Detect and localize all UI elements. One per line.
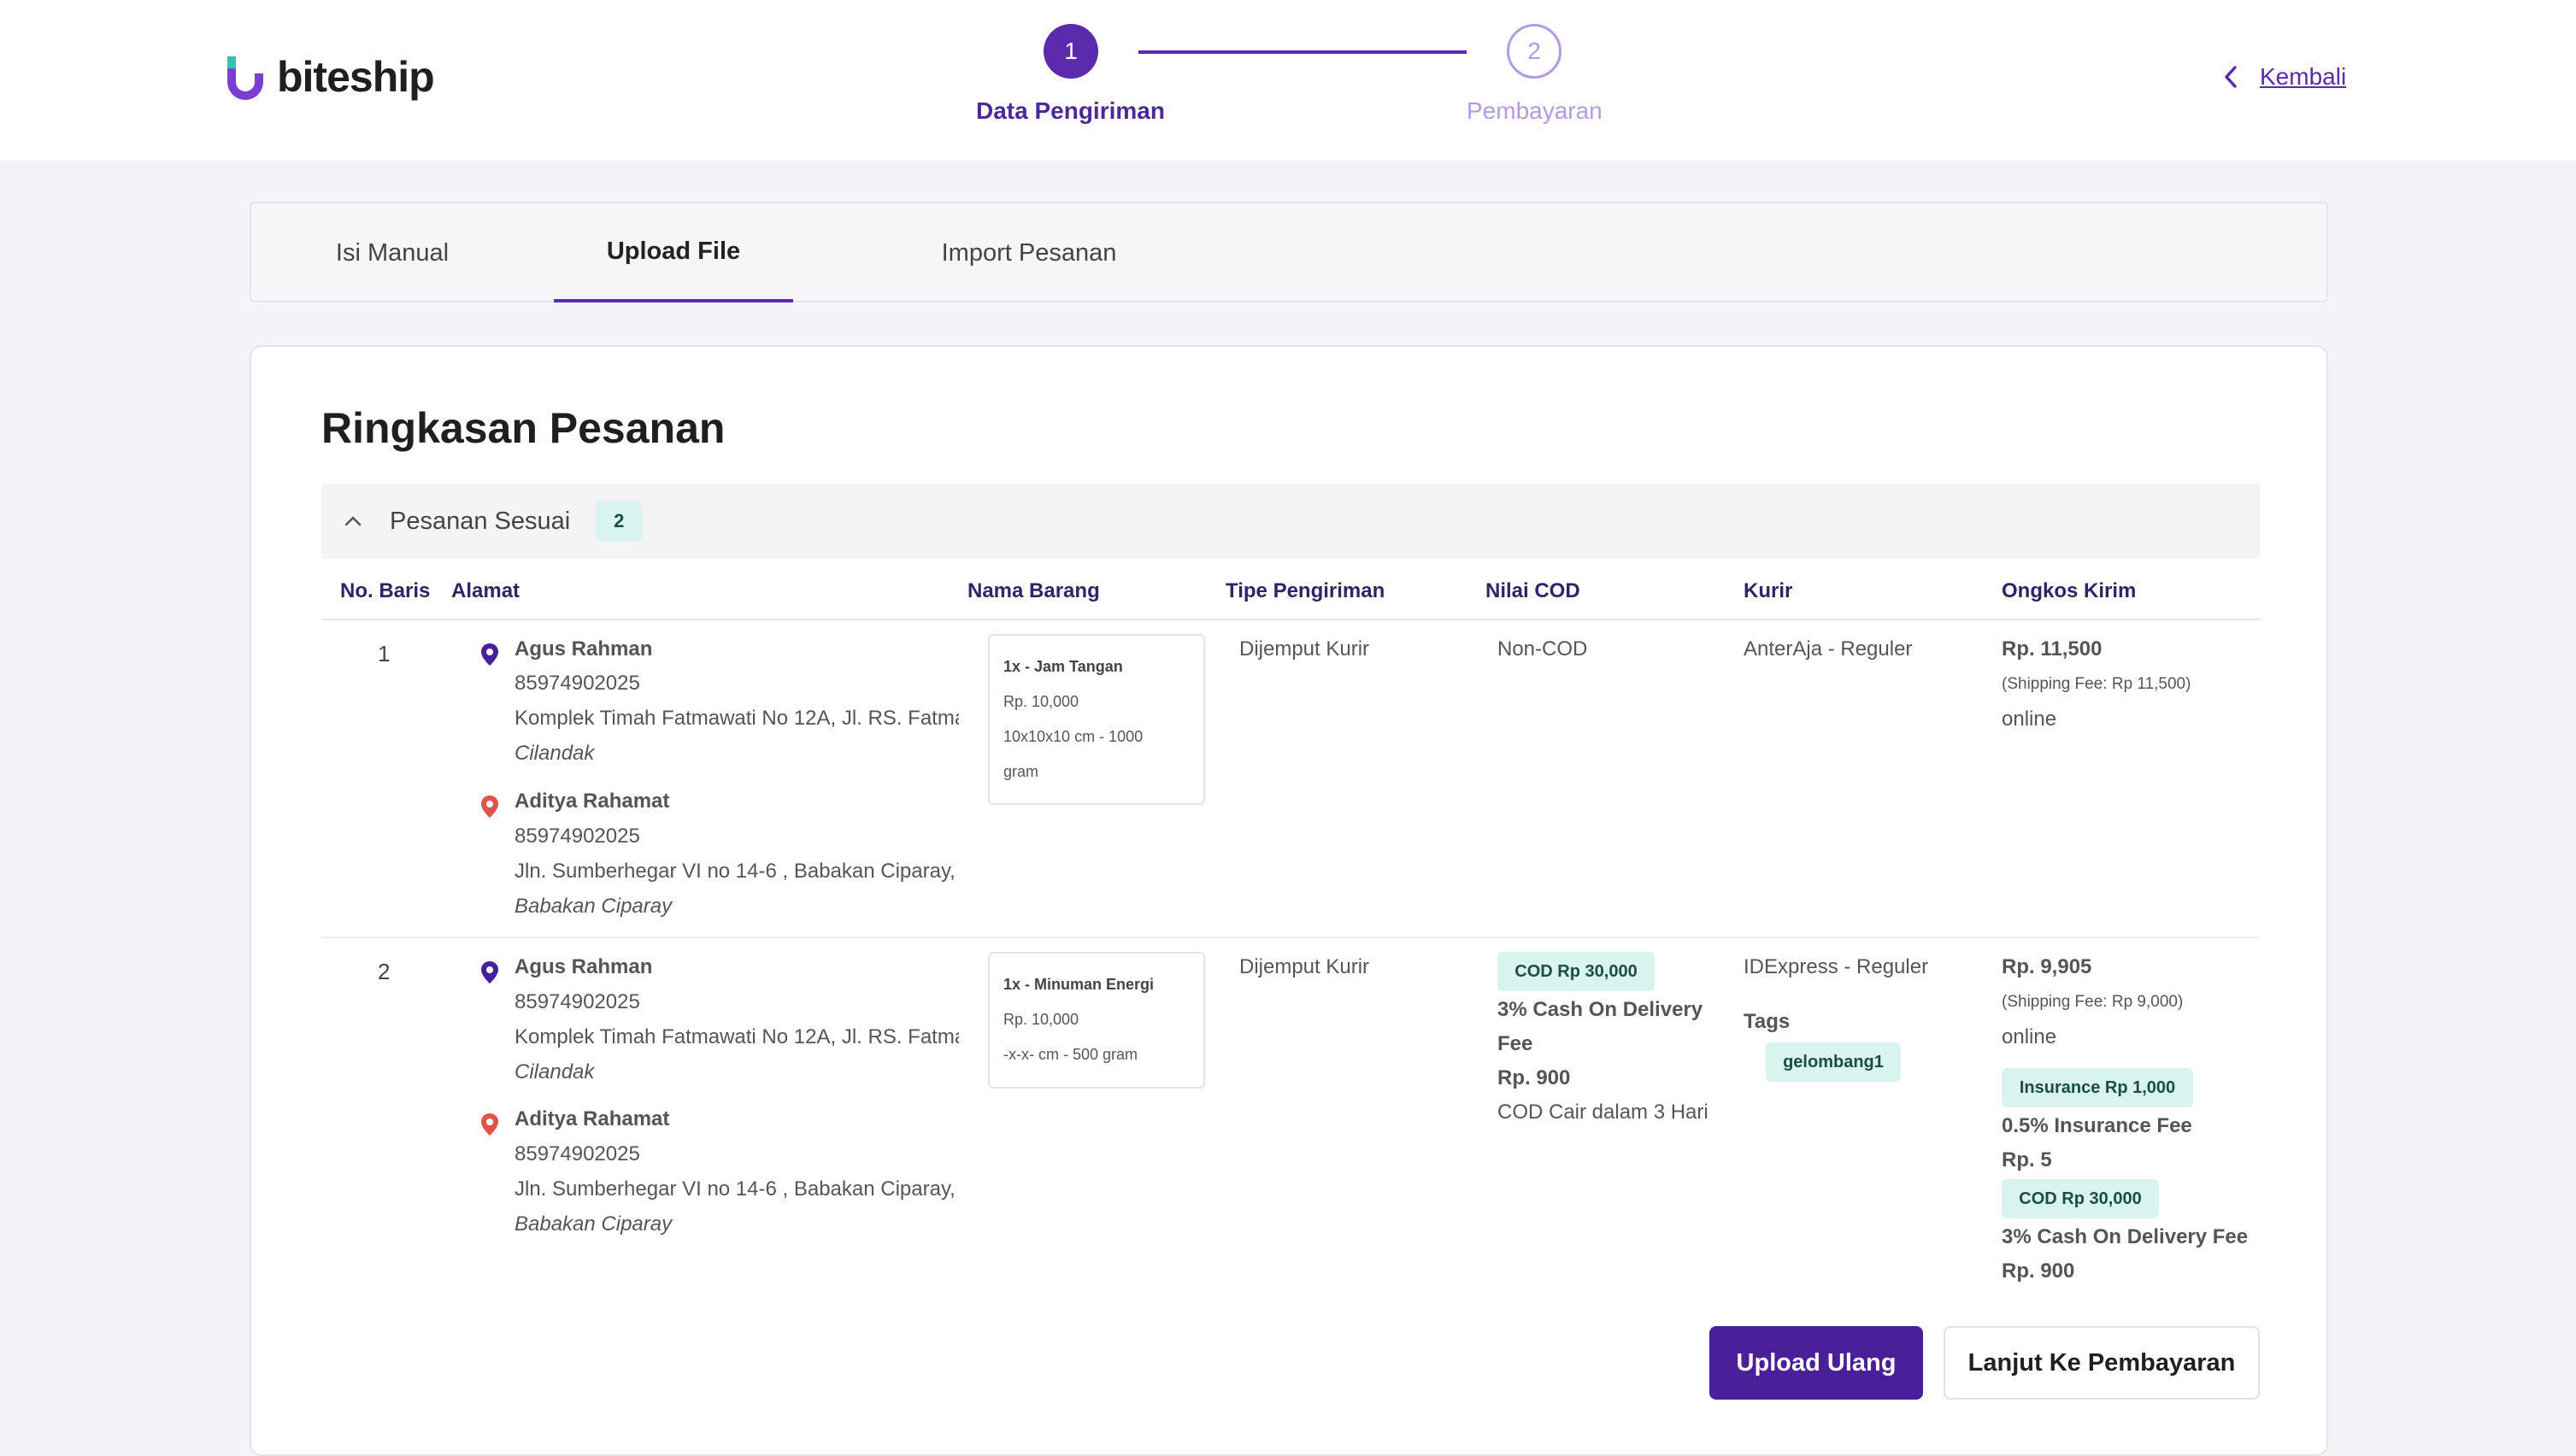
- back-link[interactable]: Kembali: [2260, 63, 2346, 91]
- cod-badge: COD Rp 30,000: [1497, 952, 1655, 991]
- page-title: Ringkasan Pesanan: [321, 404, 726, 452]
- sender-area: Cilandak: [515, 742, 595, 765]
- table-row: 1 Agus Rahman 85974902025 Komplek Timah …: [321, 622, 2260, 938]
- sender-address: Komplek Timah Fatmawati No 12A, Jl. RS. …: [515, 707, 959, 730]
- col-no-baris: No. Baris: [340, 579, 431, 602]
- order-tag: gelombang1: [1766, 1042, 1901, 1082]
- sender-address: Komplek Timah Fatmawati No 12A, Jl. RS. …: [515, 1025, 959, 1048]
- receiver-address: Jln. Sumberhegar VI no 14-6 , Babakan Ci…: [515, 860, 956, 883]
- receiver-area: Babakan Ciparay: [515, 1212, 673, 1236]
- courier: IDExpress - Reguler: [1744, 955, 1929, 978]
- col-nama-barang: Nama Barang: [967, 579, 1100, 602]
- count-badge: 2: [596, 501, 643, 542]
- item-price: Rp. 10,000: [1003, 1011, 1079, 1028]
- tags-label: Tags: [1744, 1010, 1791, 1033]
- chevron-up-icon[interactable]: [344, 515, 362, 527]
- cod-fee-line2: Fee: [1497, 1032, 1533, 1055]
- step-2-indicator: 2: [1507, 24, 1561, 79]
- col-alamat: Alamat: [451, 579, 520, 602]
- logo-text: biteship: [277, 53, 435, 101]
- sender-name: Agus Rahman: [515, 637, 653, 660]
- shipping-fee: (Shipping Fee: Rp 11,500): [2002, 675, 2191, 693]
- cod-fee-line1: 3% Cash On Delivery: [1497, 998, 1703, 1021]
- step-connector: [1138, 50, 1467, 54]
- insurance-amount: Rp. 5: [2002, 1148, 2052, 1171]
- item-dimension: 10x10x10 cm - 1000: [1003, 728, 1144, 745]
- item-name: 1x - Minuman Energi: [1003, 976, 1155, 993]
- shipping-mode: online: [2002, 707, 2057, 731]
- order-summary-card: Ringkasan Pesanan Pesanan Sesuai 2 No. B…: [250, 345, 2328, 1456]
- table-header: No. Baris Alamat Nama Barang Tipe Pengir…: [321, 559, 2260, 620]
- cod-settle-info: COD Cair dalam 3 Hari: [1497, 1101, 1709, 1124]
- location-pin-icon: [481, 643, 498, 666]
- biteship-logo[interactable]: biteship: [224, 53, 435, 101]
- shipping-total: Rp. 9,905: [2002, 955, 2092, 978]
- tab-import-pesanan[interactable]: Import Pesanan: [875, 203, 1183, 302]
- back-nav[interactable]: Kembali: [2222, 63, 2346, 91]
- top-header: biteship 1 2 Data Pengiriman Pembayaran …: [0, 0, 2576, 161]
- location-pin-icon: [481, 796, 498, 818]
- item-card: 1x - Minuman Energi Rp. 10,000 -x-x- cm …: [988, 952, 1205, 1089]
- col-nilai-cod: Nilai COD: [1485, 579, 1580, 602]
- insurance-badge: Insurance Rp 1,000: [2002, 1068, 2193, 1107]
- delivery-type: Dijemput Kurir: [1239, 637, 1370, 660]
- input-method-tabs: Isi Manual Upload File Import Pesanan: [250, 202, 2328, 302]
- item-name: 1x - Jam Tangan: [1003, 658, 1123, 675]
- row-number: 2: [378, 959, 391, 984]
- shipping-fee: (Shipping Fee: Rp 9,000): [2002, 993, 2184, 1011]
- sender-phone: 85974902025: [515, 672, 640, 695]
- insurance-fee: 0.5% Insurance Fee: [2002, 1114, 2192, 1137]
- upload-again-button[interactable]: Upload Ulang: [1709, 1326, 1923, 1400]
- step-1-indicator: 1: [1044, 24, 1098, 79]
- courier: AnterAja - Reguler: [1744, 637, 1913, 660]
- shipping-total: Rp. 11,500: [2002, 637, 2103, 660]
- continue-payment-button[interactable]: Lanjut Ke Pembayaran: [1944, 1326, 2260, 1400]
- item-card: 1x - Jam Tangan Rp. 10,000 10x10x10 cm -…: [988, 634, 1205, 805]
- receiver-name: Aditya Rahamat: [515, 790, 670, 813]
- col-kurir: Kurir: [1744, 579, 1793, 602]
- matched-orders-header[interactable]: Pesanan Sesuai 2: [321, 484, 2260, 559]
- cod-value: Non-COD: [1497, 637, 1588, 660]
- progress-stepper: 1 2 Data Pengiriman Pembayaran: [957, 22, 1658, 142]
- step-2-label: Pembayaran: [1467, 97, 1603, 124]
- receiver-area: Babakan Ciparay: [515, 895, 673, 918]
- item-dimension: -x-x- cm - 500 gram: [1003, 1046, 1138, 1063]
- receiver-phone: 85974902025: [515, 1142, 640, 1165]
- sender-area: Cilandak: [515, 1060, 595, 1083]
- sender-name: Agus Rahman: [515, 955, 653, 978]
- cod-fee: 3% Cash On Delivery Fee: [2002, 1225, 2249, 1248]
- receiver-name: Aditya Rahamat: [515, 1107, 670, 1130]
- tab-upload-file[interactable]: Upload File: [554, 203, 793, 302]
- col-tipe-pengiriman: Tipe Pengiriman: [1226, 579, 1385, 602]
- cod-badge: COD Rp 30,000: [2002, 1179, 2159, 1218]
- shipping-mode: online: [2002, 1025, 2057, 1048]
- sender-phone: 85974902025: [515, 990, 640, 1013]
- table-row: 2 Agus Rahman 85974902025 Komplek Timah …: [321, 938, 2260, 1297]
- receiver-phone: 85974902025: [515, 825, 640, 848]
- cod-amount: Rp. 900: [2002, 1259, 2075, 1283]
- section-label: Pesanan Sesuai: [390, 507, 571, 535]
- row-number: 1: [378, 641, 391, 666]
- step-1-label: Data Pengiriman: [976, 97, 1165, 124]
- location-pin-icon: [481, 961, 498, 983]
- col-ongkos-kirim: Ongkos Kirim: [2002, 579, 2137, 602]
- location-pin-icon: [481, 1113, 498, 1136]
- biteship-logo-icon: [227, 56, 263, 100]
- cod-fee-amount: Rp. 900: [1497, 1066, 1571, 1089]
- item-price: Rp. 10,000: [1003, 693, 1079, 710]
- delivery-type: Dijemput Kurir: [1239, 955, 1370, 978]
- receiver-address: Jln. Sumberhegar VI no 14-6 , Babakan Ci…: [515, 1177, 956, 1201]
- chevron-left-icon[interactable]: [2222, 64, 2239, 90]
- item-weight: gram: [1003, 763, 1039, 780]
- tab-isi-manual[interactable]: Isi Manual: [303, 203, 482, 302]
